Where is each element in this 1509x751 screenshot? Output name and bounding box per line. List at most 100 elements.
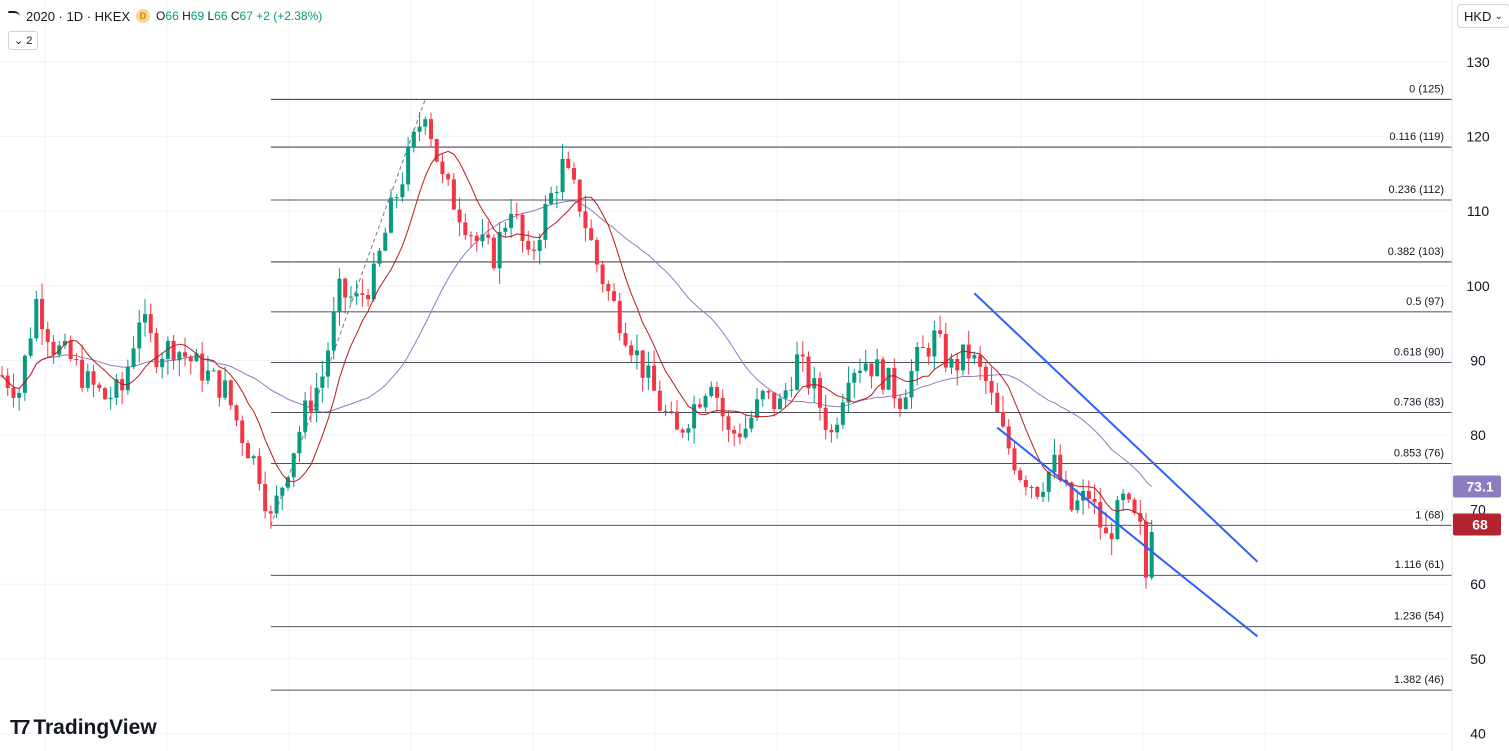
- candle-body: [932, 330, 937, 357]
- candle-body: [148, 314, 153, 334]
- ma_slow-price-label: 73.1: [1466, 478, 1493, 494]
- candle-body: [686, 428, 691, 433]
- low-value: 66: [214, 9, 228, 23]
- candle-body: [51, 341, 56, 355]
- candle-body: [646, 365, 651, 378]
- candle-body: [709, 386, 714, 396]
- candle-body: [406, 146, 411, 185]
- candle-body: [737, 433, 742, 438]
- brand-logo[interactable]: T7 TradingView: [10, 716, 157, 740]
- candle-body: [474, 235, 479, 242]
- candle-body: [531, 249, 536, 251]
- candle-body: [1023, 479, 1028, 488]
- price-tick-label: 60: [1470, 576, 1486, 592]
- price-tick-label: 50: [1470, 651, 1486, 667]
- chevron-down-icon: ⌄: [14, 35, 24, 47]
- candle-body: [383, 232, 388, 251]
- fib-level-label: 0.853 (76): [1394, 447, 1444, 459]
- candle-body: [228, 380, 233, 406]
- chart-header: 2020 · 1D · HKEX D O66 H69 L66 C67 +2 (+…: [8, 6, 322, 26]
- candlesticks: [0, 111, 1154, 589]
- candle-body: [583, 211, 588, 229]
- indicators-toggle-button[interactable]: ⌄ 2: [8, 31, 39, 50]
- candle-body: [400, 184, 405, 198]
- candle-body: [606, 284, 611, 292]
- candle-body: [234, 405, 239, 421]
- candle-body: [915, 346, 920, 371]
- candle-body: [520, 214, 525, 241]
- candle-body: [463, 222, 468, 236]
- candle-body: [920, 346, 925, 348]
- close-label: C: [230, 9, 240, 23]
- candle-body: [348, 296, 353, 298]
- candle-body: [183, 352, 188, 357]
- fib-level-label: 1 (68): [1415, 509, 1444, 521]
- price-axis[interactable]: 13012011010090807060504073.168: [1451, 0, 1509, 751]
- candle-body: [1103, 527, 1108, 534]
- candle-body: [995, 392, 1000, 413]
- candle-body: [97, 384, 102, 389]
- candle-body: [240, 420, 245, 444]
- candle-body: [160, 358, 165, 368]
- candle-body: [732, 429, 737, 434]
- candle-body: [388, 197, 393, 233]
- price-axis-bg: [1452, 0, 1509, 751]
- candle-body: [1029, 487, 1034, 489]
- candle-body: [440, 161, 445, 175]
- descending-channel[interactable]: [973, 292, 1259, 638]
- ohlc-readout: O66 H69 L66 C67 +2 (+2.38%): [156, 9, 322, 23]
- candle-body: [634, 350, 639, 356]
- fib-level-label: 0.382 (103): [1388, 246, 1444, 258]
- chart-canvas[interactable]: 0 (125) 0.116 (119) 0.236 (112) 0.382 (103)…: [0, 0, 1509, 751]
- candle-body: [749, 417, 754, 429]
- candle-body: [840, 402, 845, 425]
- candle-body: [45, 329, 50, 342]
- candle-body: [755, 399, 760, 418]
- candle-body: [326, 350, 331, 377]
- candle-body: [766, 390, 771, 393]
- high-value: 69: [190, 9, 205, 23]
- candle-body: [1115, 500, 1120, 540]
- candle-body: [1052, 454, 1057, 472]
- candle-body: [875, 359, 880, 377]
- symbol-title[interactable]: 2020 · 1D · HKEX: [26, 9, 130, 24]
- candle-body: [795, 354, 800, 390]
- candle-body: [852, 372, 857, 383]
- data-status-badge[interactable]: D: [136, 9, 151, 23]
- candle-body: [22, 355, 27, 393]
- candle-body: [331, 312, 336, 351]
- price-tick-label: 100: [1466, 278, 1490, 294]
- candle-body: [680, 429, 685, 433]
- candle-body: [74, 358, 79, 360]
- price-tick-label: 90: [1470, 352, 1486, 368]
- candle-body: [863, 363, 868, 371]
- candle-body: [417, 126, 422, 132]
- candle-body: [268, 511, 273, 514]
- candle-body: [652, 365, 657, 391]
- open-value: 66: [165, 9, 179, 23]
- price-tick-label: 80: [1470, 427, 1486, 443]
- candle-body: [280, 487, 285, 496]
- candle-body: [817, 378, 822, 408]
- candle-body: [1046, 471, 1051, 492]
- candle-body: [509, 213, 514, 228]
- candle-body: [526, 240, 531, 250]
- currency-selector[interactable]: HKD ⌄: [1457, 4, 1509, 28]
- candle-body: [663, 410, 668, 412]
- candle-body: [40, 298, 45, 330]
- candle-body: [715, 386, 719, 398]
- candle-body: [1041, 491, 1046, 497]
- candle-body: [743, 428, 748, 438]
- candle-body: [909, 370, 914, 398]
- candle-body: [760, 390, 765, 400]
- candle-body: [274, 495, 279, 514]
- candle-body: [17, 392, 22, 398]
- candle-body: [869, 363, 874, 377]
- candle-body: [543, 203, 548, 240]
- candle-body: [572, 168, 576, 180]
- candle-body: [903, 397, 908, 410]
- candle-body: [989, 380, 994, 393]
- candle-body: [108, 397, 113, 400]
- price-tick-label: 110: [1467, 203, 1490, 219]
- candle-body: [1035, 487, 1040, 497]
